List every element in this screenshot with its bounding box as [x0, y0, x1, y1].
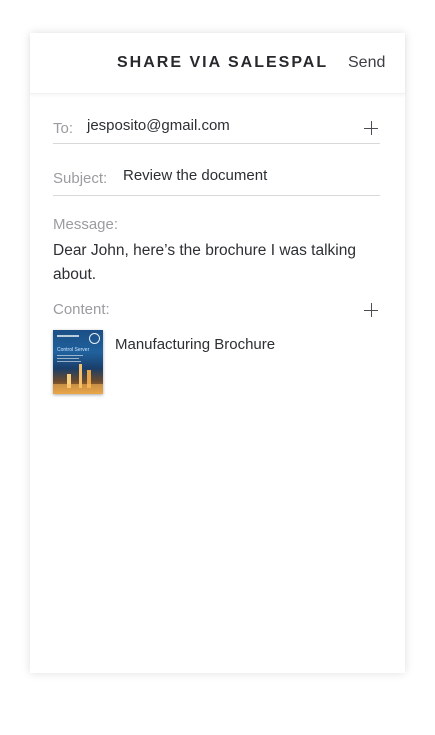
to-input[interactable]: jesposito@gmail.com [87, 117, 230, 134]
add-content-plus-icon[interactable] [364, 303, 378, 317]
subject-field-row: Subject: Review the document [53, 165, 380, 196]
subject-input[interactable]: Review the document [123, 167, 267, 184]
subject-label: Subject: [53, 170, 108, 187]
content-label: Content: [53, 301, 110, 318]
share-dialog: SHARE VIA SALESPAL Send To: jesposito@gm… [30, 33, 405, 673]
send-button[interactable]: Send [348, 54, 385, 72]
dialog-header: SHARE VIA SALESPAL Send [30, 33, 405, 94]
message-label: Message: [53, 216, 119, 233]
brochure-thumbnail: Control Server [53, 330, 103, 394]
to-field-row: To: jesposito@gmail.com [53, 113, 380, 144]
to-label: To: [53, 120, 74, 137]
message-textarea[interactable]: Dear John, here’s the brochure I was tal… [53, 239, 373, 287]
add-recipient-plus-icon[interactable] [364, 121, 378, 135]
thumbnail-title: Control Server [57, 347, 90, 353]
content-item-title: Manufacturing Brochure [115, 336, 276, 353]
dialog-title: SHARE VIA SALESPAL [117, 54, 329, 71]
content-item[interactable]: Control Server Manufacturing Brochure [53, 330, 380, 396]
